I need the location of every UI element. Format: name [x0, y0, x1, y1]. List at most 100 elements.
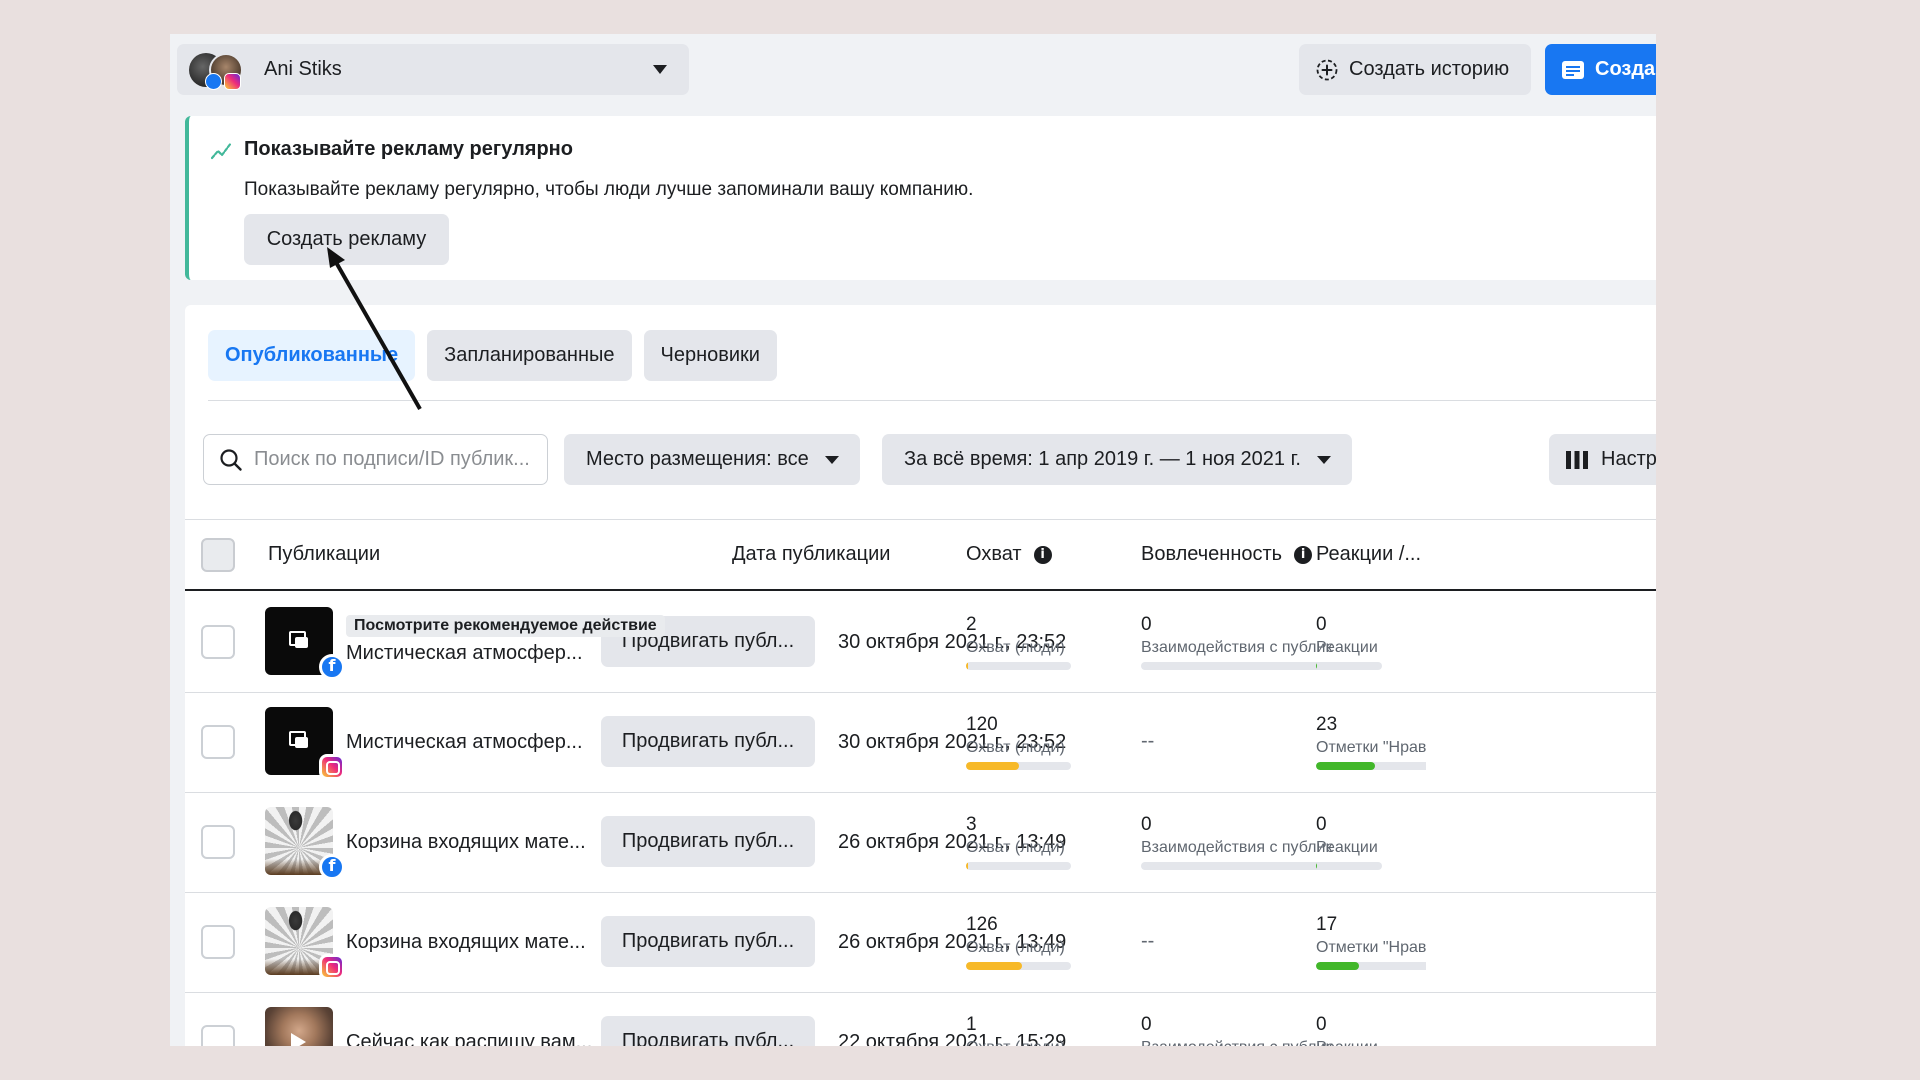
promote-post-button[interactable]: Продвигать публ... [601, 916, 815, 967]
tab-drafts[interactable]: Черновики [643, 330, 777, 381]
posts-tabs: Опубликованные Запланированные Черновики [208, 330, 777, 381]
table-row[interactable]: Посмотрите рекомендуемое действие Мистиче… [185, 593, 1656, 693]
engagement-metric: 0 Взаимодействия с публикацией [1141, 814, 1333, 870]
column-header-reach[interactable]: Охват i [966, 543, 1052, 566]
placement-filter[interactable]: Место размещения: все [564, 434, 860, 485]
reach-metric: 126 Охват (люди) [966, 914, 1076, 970]
table-row[interactable]: Корзина входящих мате... Продвигать публ.… [185, 793, 1656, 893]
row-checkbox[interactable] [201, 825, 235, 859]
promote-post-button[interactable]: Продвигать публ... [601, 1016, 815, 1046]
reactions-value: 0 [1316, 614, 1327, 635]
engagement-value: 0 [1141, 614, 1152, 635]
date-range-filter[interactable]: За всё время: 1 апр 2019 г. — 1 ноя 2021… [882, 434, 1352, 485]
table-row[interactable]: Корзина входящих мате... Продвигать публ.… [185, 893, 1656, 993]
search-input[interactable] [254, 448, 544, 471]
post-title[interactable]: Сейчас как распишу вам... [346, 1031, 592, 1046]
facebook-icon [319, 854, 345, 880]
instagram-icon [319, 954, 345, 980]
post-thumbnail[interactable] [265, 1007, 333, 1046]
reach-metric: 2 Охват (люди) [966, 614, 1076, 670]
carousel-icon [289, 631, 309, 649]
search-box[interactable] [203, 434, 548, 485]
column-header-label: Вовлеченность [1141, 543, 1283, 565]
table-row[interactable]: Сейчас как распишу вам... Продвигать публ… [185, 993, 1656, 1046]
banner-body: Показывайте рекламу регулярно, чтобы люд… [244, 179, 974, 200]
table-row[interactable]: Мистическая атмосфер... Продвигать публ..… [185, 693, 1656, 793]
reach-value: 1 [966, 1014, 977, 1035]
post-title[interactable]: Мистическая атмосфер... [346, 642, 583, 665]
post-title[interactable]: Корзина входящих мате... [346, 931, 586, 954]
promote-post-button[interactable]: Продвигать публ... [601, 716, 815, 767]
tab-scheduled[interactable]: Запланированные [427, 330, 632, 381]
promote-post-button[interactable]: Продвигать публ... [601, 816, 815, 867]
reactions-bar [1316, 662, 1382, 670]
create-post-button[interactable]: Созда [1545, 44, 1656, 95]
instagram-icon [224, 72, 241, 90]
column-header-reactions[interactable]: Реакции /... [1316, 543, 1421, 566]
reactions-metric: 0 Реакции [1316, 614, 1426, 670]
add-story-icon [1316, 59, 1338, 80]
info-icon[interactable]: i [1033, 545, 1052, 564]
account-avatars [189, 50, 244, 90]
reactions-bar [1316, 762, 1426, 770]
post-title[interactable]: Корзина входящих мате... [346, 831, 586, 854]
create-story-button[interactable]: Создать историю [1299, 44, 1531, 95]
reactions-metric: 0 Реакции [1316, 814, 1426, 870]
engagement-bar [1141, 662, 1331, 670]
create-story-label: Создать историю [1349, 58, 1510, 80]
row-checkbox[interactable] [201, 625, 235, 659]
facebook-icon [205, 72, 222, 90]
row-checkbox[interactable] [201, 925, 235, 959]
reach-label: Охват (люди) [966, 939, 1065, 956]
create-ad-button[interactable]: Создать рекламу [244, 214, 449, 265]
reach-bar [966, 962, 1071, 970]
reactions-bar [1316, 862, 1382, 870]
reactions-bar-fill [1316, 762, 1375, 770]
select-all-checkbox[interactable] [201, 538, 235, 572]
compose-icon [1562, 60, 1584, 79]
post-title[interactable]: Мистическая атмосфер... [346, 731, 583, 754]
engagement-label: Взаимодействия с публикацией [1141, 1039, 1333, 1046]
engagement-label: Взаимодействия с публикацией [1141, 839, 1333, 856]
search-icon [220, 448, 242, 471]
table-header: Публикации Дата публикации Охват i Вовлеч… [185, 520, 1656, 591]
date-range-label: За всё время: 1 апр 2019 г. — 1 ноя 2021… [904, 448, 1301, 470]
reach-metric: 120 Охват (люди) [966, 714, 1076, 770]
play-icon [291, 1033, 306, 1046]
row-checkbox[interactable] [201, 1025, 235, 1046]
engagement-value: 0 [1141, 814, 1152, 835]
reactions-bar [1316, 962, 1426, 970]
reactions-label: Реакции [1316, 639, 1378, 656]
tab-published[interactable]: Опубликованные [208, 330, 416, 381]
column-header-label: Публикации [268, 543, 381, 565]
account-name: Ani Stiks [264, 58, 342, 80]
create-post-label: Созда [1595, 58, 1656, 80]
ad-recommendation-banner: Показывайте рекламу регулярно Показывайт… [185, 116, 1656, 280]
row-checkbox[interactable] [201, 725, 235, 759]
reactions-value: 17 [1316, 914, 1338, 935]
column-header-posts[interactable]: Публикации [268, 543, 380, 566]
column-header-date[interactable]: Дата публикации [732, 543, 890, 566]
facebook-icon [319, 654, 345, 680]
banner-title: Показывайте рекламу регулярно [244, 138, 573, 160]
reactions-label: Отметки "Нравится" [1316, 739, 1426, 756]
reactions-metric: 17 Отметки "Нравится" [1316, 914, 1426, 970]
reactions-bar-fill [1316, 662, 1318, 670]
engagement-metric: 0 Взаимодействия с публикацией [1141, 614, 1333, 670]
column-header-label: Охват [966, 543, 1022, 565]
reactions-metric: 0 Реакции [1316, 1014, 1426, 1046]
reactions-value: 0 [1316, 814, 1327, 835]
recommended-action-hint[interactable]: Посмотрите рекомендуемое действие [346, 615, 665, 637]
reactions-metric: 23 Отметки "Нравится" [1316, 714, 1426, 770]
columns-settings-button[interactable]: Настр [1549, 434, 1656, 485]
reactions-bar-fill [1316, 962, 1359, 970]
account-switcher[interactable]: Ani Stiks [177, 44, 689, 95]
columns-settings-label: Настр [1601, 448, 1656, 470]
reactions-value: 0 [1316, 1014, 1327, 1035]
reactions-bar-fill [1316, 862, 1318, 870]
info-icon[interactable]: i [1294, 545, 1313, 564]
reach-bar [966, 762, 1071, 770]
reach-value: 120 [966, 714, 998, 735]
trend-icon [211, 141, 233, 160]
column-header-engagement[interactable]: Вовлеченность i [1141, 543, 1313, 566]
